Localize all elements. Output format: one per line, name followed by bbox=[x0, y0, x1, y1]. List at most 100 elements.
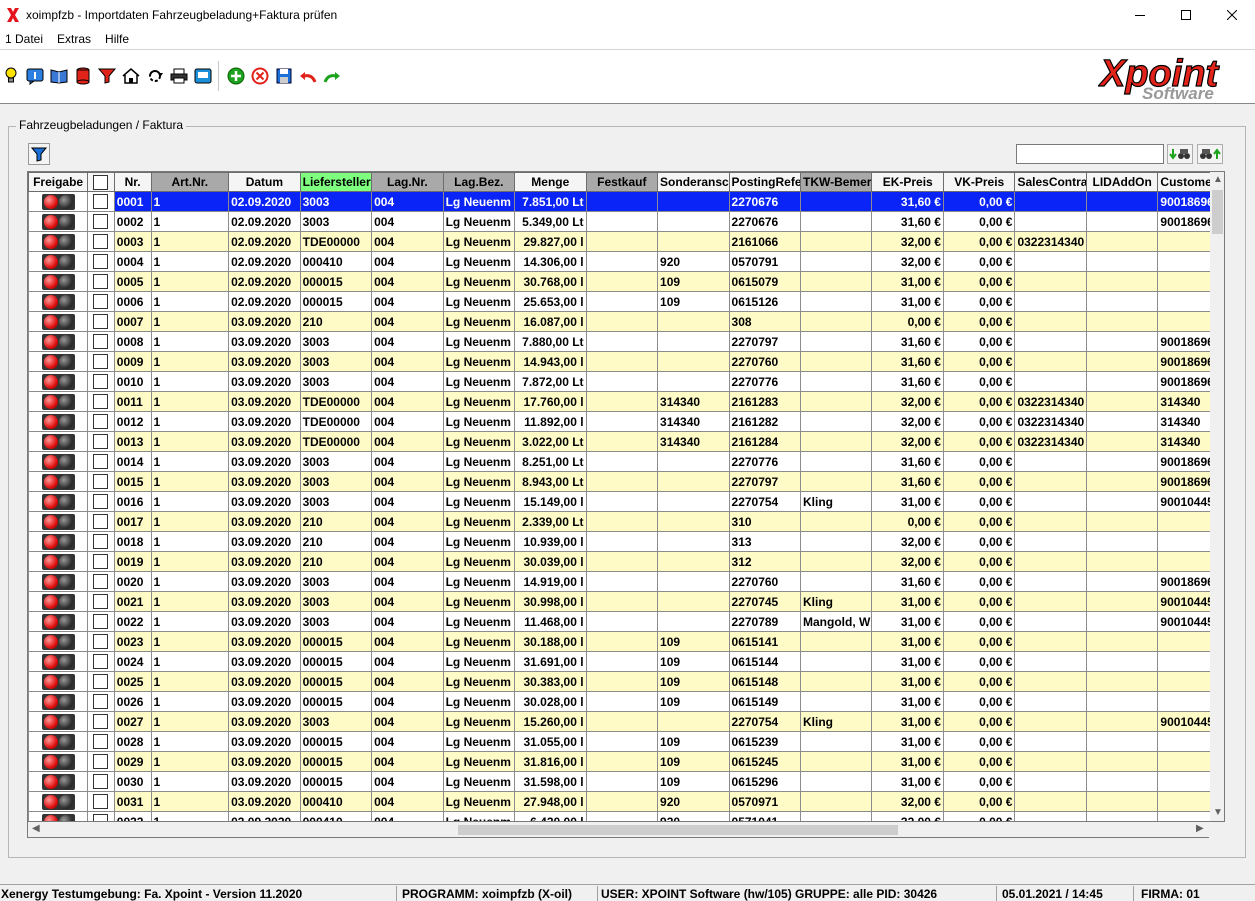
select-cell[interactable] bbox=[87, 531, 115, 552]
traffic-light-icon[interactable] bbox=[41, 733, 75, 750]
table-row[interactable]: 0012 1 03.09.2020 TDE00000 004 Lg Neuenm 11.89… bbox=[28, 411, 1210, 432]
traffic-light-icon[interactable] bbox=[41, 333, 75, 350]
traffic-light-icon[interactable] bbox=[41, 573, 75, 590]
traffic-light-icon[interactable] bbox=[41, 313, 75, 330]
table-row[interactable]: 0019 1 03.09.2020 210 004 Lg Neuenm 30.039,00 … bbox=[28, 551, 1210, 572]
row-checkbox[interactable] bbox=[93, 294, 109, 310]
select-cell[interactable] bbox=[87, 631, 115, 652]
col-datum[interactable]: Datum bbox=[228, 172, 301, 192]
row-checkbox[interactable] bbox=[93, 734, 109, 750]
row-checkbox[interactable] bbox=[93, 434, 109, 450]
select-cell[interactable] bbox=[87, 311, 115, 332]
select-cell[interactable] bbox=[87, 291, 115, 312]
table-row[interactable]: 0026 1 03.09.2020 000015 004 Lg Neuenm 30.028,… bbox=[28, 691, 1210, 712]
table-row[interactable]: 0011 1 03.09.2020 TDE00000 004 Lg Neuenm 17.76… bbox=[28, 391, 1210, 412]
row-checkbox[interactable] bbox=[93, 634, 109, 650]
traffic-light-icon[interactable] bbox=[41, 793, 75, 810]
freigabe-cell[interactable] bbox=[28, 671, 89, 692]
freigabe-cell[interactable] bbox=[28, 811, 89, 821]
maximize-button[interactable] bbox=[1163, 0, 1209, 29]
select-cell[interactable] bbox=[87, 391, 115, 412]
traffic-light-icon[interactable] bbox=[41, 813, 75, 821]
freigabe-cell[interactable] bbox=[28, 711, 89, 732]
minimize-button[interactable] bbox=[1117, 0, 1163, 29]
col-nr[interactable]: Nr. bbox=[113, 172, 152, 192]
col-lagnr[interactable]: Lag.Nr. bbox=[371, 172, 444, 192]
select-cell[interactable] bbox=[87, 491, 115, 512]
traffic-light-icon[interactable] bbox=[41, 633, 75, 650]
row-checkbox[interactable] bbox=[93, 694, 109, 710]
traffic-light-icon[interactable] bbox=[41, 213, 75, 230]
table-row[interactable]: 0005 1 02.09.2020 000015 004 Lg Neuenm 30.768,… bbox=[28, 271, 1210, 292]
freigabe-cell[interactable] bbox=[28, 571, 89, 592]
table-row[interactable]: 0027 1 03.09.2020 3003 004 Lg Neuenm 15.260,00… bbox=[28, 711, 1210, 732]
col-salescontra[interactable]: SalesContra bbox=[1014, 172, 1087, 192]
freigabe-cell[interactable] bbox=[28, 551, 89, 572]
select-cell[interactable] bbox=[87, 731, 115, 752]
row-checkbox[interactable] bbox=[93, 274, 109, 290]
traffic-light-icon[interactable] bbox=[41, 613, 75, 630]
select-cell[interactable] bbox=[87, 651, 115, 672]
traffic-light-icon[interactable] bbox=[41, 413, 75, 430]
vertical-scroll-thumb[interactable] bbox=[1212, 190, 1223, 234]
col-artnr[interactable]: Art.Nr. bbox=[150, 172, 230, 192]
table-row[interactable]: 0002 1 02.09.2020 3003 004 Lg Neuenm 5.349,00 … bbox=[28, 211, 1210, 232]
select-cell[interactable] bbox=[87, 591, 115, 612]
col-lidaddon[interactable]: LIDAddOn bbox=[1085, 172, 1159, 192]
freigabe-cell[interactable] bbox=[28, 491, 89, 512]
row-checkbox[interactable] bbox=[93, 334, 109, 350]
col-ekpreis[interactable]: EK-Preis bbox=[871, 172, 944, 192]
freigabe-cell[interactable] bbox=[28, 351, 89, 372]
select-cell[interactable] bbox=[87, 231, 115, 252]
freigabe-cell[interactable] bbox=[28, 451, 89, 472]
traffic-light-icon[interactable] bbox=[41, 593, 75, 610]
row-checkbox[interactable] bbox=[93, 394, 109, 410]
row-checkbox[interactable] bbox=[93, 654, 109, 670]
table-row[interactable]: 0017 1 03.09.2020 210 004 Lg Neuenm 2.339,00 L… bbox=[28, 511, 1210, 532]
freigabe-cell[interactable] bbox=[28, 331, 89, 352]
traffic-light-icon[interactable] bbox=[41, 753, 75, 770]
table-row[interactable]: 0020 1 03.09.2020 3003 004 Lg Neuenm 14.919,00… bbox=[28, 571, 1210, 592]
select-cell[interactable] bbox=[87, 191, 115, 212]
traffic-light-icon[interactable] bbox=[41, 253, 75, 270]
horizontal-scrollbar[interactable]: ◀ ▶ bbox=[27, 822, 1209, 838]
table-row[interactable]: 0028 1 03.09.2020 000015 004 Lg Neuenm 31.055,… bbox=[28, 731, 1210, 752]
print-icon[interactable] bbox=[168, 65, 190, 87]
horizontal-scroll-thumb[interactable] bbox=[458, 825, 898, 835]
row-checkbox[interactable] bbox=[93, 454, 109, 470]
table-row[interactable]: 0003 1 02.09.2020 TDE00000 004 Lg Neuenm 29.82… bbox=[28, 231, 1210, 252]
freigabe-cell[interactable] bbox=[28, 471, 89, 492]
select-cell[interactable] bbox=[87, 691, 115, 712]
select-cell[interactable] bbox=[87, 751, 115, 772]
table-row[interactable]: 0010 1 03.09.2020 3003 004 Lg Neuenm 7.872,00 … bbox=[28, 371, 1210, 392]
row-checkbox[interactable] bbox=[93, 194, 109, 210]
row-checkbox[interactable] bbox=[93, 514, 109, 530]
freigabe-cell[interactable] bbox=[28, 611, 89, 632]
search-up-button[interactable] bbox=[1197, 144, 1223, 164]
freigabe-cell[interactable] bbox=[28, 591, 89, 612]
row-checkbox[interactable] bbox=[93, 594, 109, 610]
traffic-light-icon[interactable] bbox=[41, 273, 75, 290]
col-postingrefe[interactable]: PostingRefe bbox=[728, 172, 802, 192]
table-row[interactable]: 0008 1 03.09.2020 3003 004 Lg Neuenm 7.880,00 … bbox=[28, 331, 1210, 352]
row-checkbox[interactable] bbox=[93, 474, 109, 490]
row-checkbox[interactable] bbox=[93, 354, 109, 370]
lightbulb-icon[interactable] bbox=[0, 65, 22, 87]
traffic-light-icon[interactable] bbox=[41, 553, 75, 570]
col-vkpreis[interactable]: VK-Preis bbox=[942, 172, 1016, 192]
undo-icon[interactable] bbox=[297, 65, 319, 87]
table-row[interactable]: 0025 1 03.09.2020 000015 004 Lg Neuenm 30.383,… bbox=[28, 671, 1210, 692]
book-icon[interactable] bbox=[48, 65, 70, 87]
row-checkbox[interactable] bbox=[93, 214, 109, 230]
traffic-light-icon[interactable] bbox=[41, 653, 75, 670]
traffic-light-icon[interactable] bbox=[41, 713, 75, 730]
traffic-light-icon[interactable] bbox=[41, 773, 75, 790]
select-cell[interactable] bbox=[87, 451, 115, 472]
table-row[interactable]: 0004 1 02.09.2020 000410 004 Lg Neuenm 14.306,… bbox=[28, 251, 1210, 272]
select-cell[interactable] bbox=[87, 331, 115, 352]
add-icon[interactable] bbox=[225, 65, 247, 87]
traffic-light-icon[interactable] bbox=[41, 433, 75, 450]
row-checkbox[interactable] bbox=[93, 554, 109, 570]
traffic-light-icon[interactable] bbox=[41, 293, 75, 310]
traffic-light-icon[interactable] bbox=[41, 693, 75, 710]
